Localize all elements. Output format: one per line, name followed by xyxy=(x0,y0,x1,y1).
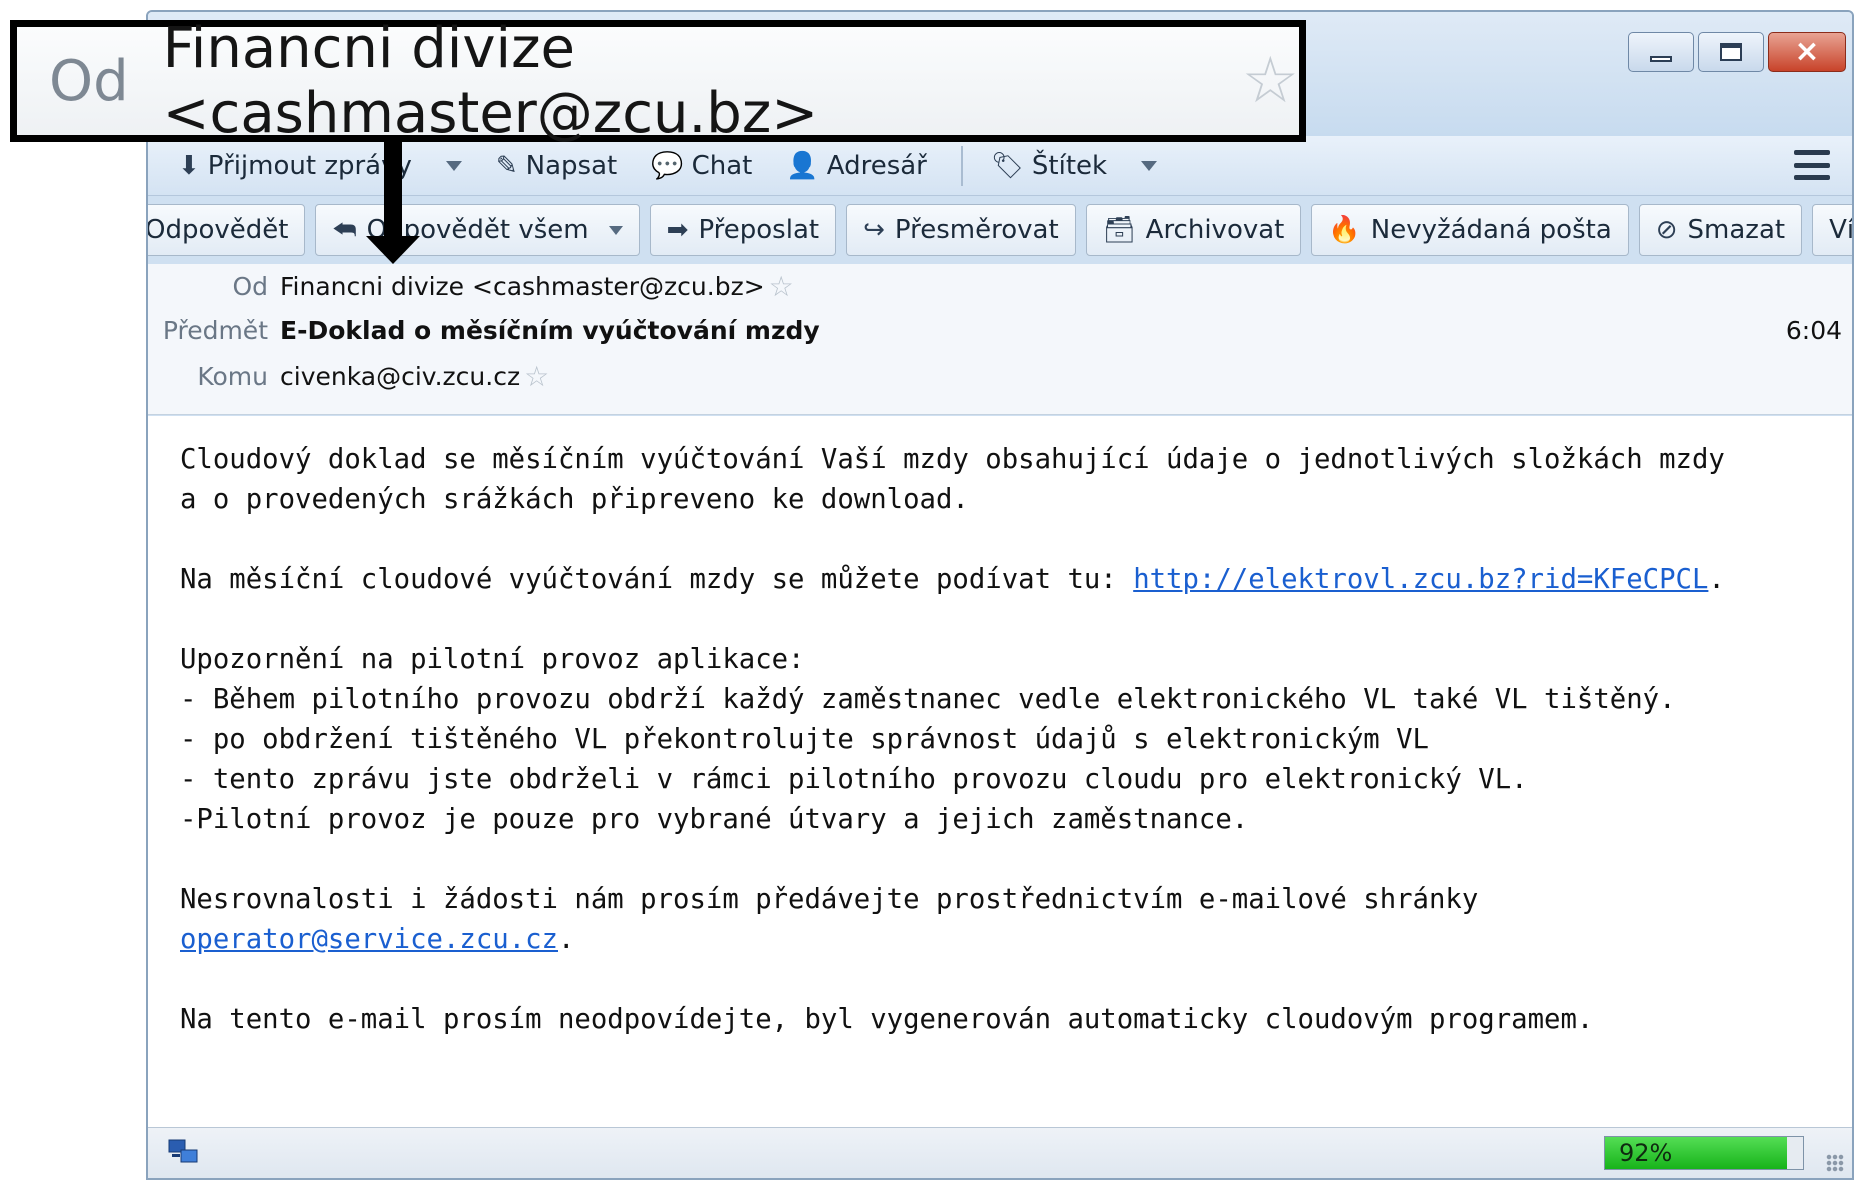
from-row: Od Financni divize <cashmaster@zcu.bz> ☆ xyxy=(148,266,1852,306)
body-text: - tento zprávu jste obdrželi v rámci pil… xyxy=(180,764,1528,795)
message-header: Od Financni divize <cashmaster@zcu.bz> ☆… xyxy=(148,264,1852,415)
archive-box-icon: 🗃 xyxy=(1102,215,1136,245)
person-icon: 👤 xyxy=(786,150,819,181)
receive-messages-button[interactable]: ⬇ Přijmout zprávy xyxy=(178,151,412,181)
archive-label: Archivovat xyxy=(1145,215,1285,245)
forward-arrow-icon: ➡ xyxy=(666,215,689,245)
reply-all-dropdown-icon[interactable] xyxy=(608,225,623,235)
delete-button[interactable]: ⊘ Smazat xyxy=(1638,204,1803,256)
address-book-button[interactable]: 👤 Adresář xyxy=(786,151,927,181)
subject-value: E-Doklad o měsíčním vyúčtování mzdy xyxy=(280,315,820,345)
callout-arrow-head xyxy=(366,236,420,264)
window-controls: × xyxy=(1628,32,1846,72)
close-icon: × xyxy=(1794,34,1820,69)
junk-button[interactable]: 🔥 Nevyžádaná pošta xyxy=(1311,204,1629,256)
maximize-icon xyxy=(1720,43,1742,61)
callout-star-icon: ☆ xyxy=(1241,44,1299,118)
status-bar: 92% xyxy=(148,1127,1852,1178)
redirect-button[interactable]: ↪ Přesměrovat xyxy=(846,204,1076,256)
body-text: . xyxy=(558,924,575,955)
resize-grip-icon[interactable] xyxy=(1826,1154,1844,1172)
body-text: - Během pilotního provozu obdrží každý z… xyxy=(180,684,1676,715)
delete-label: Smazat xyxy=(1687,215,1786,245)
chat-button[interactable]: 💬 Chat xyxy=(651,151,752,181)
tag-icon: 🏷 xyxy=(990,150,1024,181)
callout-from-label: Od xyxy=(49,48,129,114)
maximize-button[interactable] xyxy=(1698,32,1764,72)
redirect-icon: ↪ xyxy=(863,215,885,245)
flame-icon: 🔥 xyxy=(1328,215,1361,245)
reply-label: Odpovědět xyxy=(146,215,289,245)
message-time: 6:04 xyxy=(1785,315,1842,345)
reply-button[interactable]: Odpovědět xyxy=(146,204,306,256)
reply-all-icon: ⮪ xyxy=(332,214,357,245)
prohibited-icon: ⊘ xyxy=(1655,215,1678,245)
body-text: a o provedených srážkách připreveno ke d… xyxy=(180,484,969,515)
body-text: Upozornění na pilotní provoz aplikace: xyxy=(180,644,805,675)
receive-label: Přijmout zprávy xyxy=(207,150,412,181)
pencil-icon: ✎ xyxy=(495,150,518,181)
minimize-icon xyxy=(1650,56,1672,62)
mail-window: × ⬇ Přijmout zprávy ✎ Napsat 💬 Chat 👤 Adresá… xyxy=(146,10,1854,1180)
subject-row: Předmět E-Doklad o měsíčním vyúčtování m… xyxy=(148,310,1852,350)
progress-bar: 92% xyxy=(1604,1136,1804,1170)
email-link[interactable]: operator@service.zcu.cz xyxy=(180,924,558,955)
forward-button[interactable]: ➡ Přeposlat xyxy=(649,204,837,256)
minimize-button[interactable] xyxy=(1628,32,1694,72)
body-text: Cloudový doklad se měsíčním vyúčtování V… xyxy=(180,444,1725,475)
download-icon: ⬇ xyxy=(178,150,200,181)
to-value[interactable]: civenka@civ.zcu.cz xyxy=(280,362,520,391)
archive-button[interactable]: 🗃 Archivovat xyxy=(1085,204,1302,256)
subject-label: Předmět xyxy=(162,315,268,345)
message-body: Cloudový doklad se měsíčním vyúčtování V… xyxy=(148,416,1852,1132)
hamburger-menu-icon[interactable] xyxy=(1794,150,1830,180)
progress-text: 92% xyxy=(1619,1139,1673,1167)
tag-dropdown-icon[interactable] xyxy=(1141,160,1158,171)
callout-arrow xyxy=(384,142,402,238)
receive-dropdown-icon[interactable] xyxy=(445,160,462,171)
network-activity-icon[interactable] xyxy=(168,1138,200,1166)
to-row: Komu civenka@civ.zcu.cz ☆ xyxy=(148,356,1852,396)
body-text: Nesrovnalosti i žádosti nám prosím předá… xyxy=(180,884,1479,915)
tag-button[interactable]: 🏷 Štítek xyxy=(991,151,1107,181)
body-text: Na tento e-mail prosím neodpovídejte, by… xyxy=(180,1004,1594,1035)
to-label: Komu xyxy=(197,361,268,391)
write-label: Napsat xyxy=(525,150,618,181)
more-label: Více xyxy=(1829,215,1854,245)
star-icon[interactable]: ☆ xyxy=(524,360,549,393)
reply-all-button[interactable]: ⮪ Odpovědět všem xyxy=(315,204,640,256)
body-text: . xyxy=(1708,564,1725,595)
from-label: Od xyxy=(232,271,268,301)
tag-label: Štítek xyxy=(1031,150,1108,181)
address-book-label: Adresář xyxy=(826,150,927,181)
junk-label: Nevyžádaná pošta xyxy=(1370,215,1612,245)
more-button[interactable]: Více xyxy=(1812,204,1854,256)
chat-bubble-icon: 💬 xyxy=(651,150,684,181)
body-text: Na měsíční cloudové vyúčtování mzdy se m… xyxy=(180,564,1134,595)
callout-from-value: Financni divize <cashmaster@zcu.bz> xyxy=(162,16,819,146)
zoom-callout: Od Financni divize <cashmaster@zcu.bz> ☆ xyxy=(10,16,1306,146)
body-text: - po obdržení tištěného VL překontrolujt… xyxy=(180,724,1429,755)
write-button[interactable]: ✎ Napsat xyxy=(496,151,617,181)
close-button[interactable]: × xyxy=(1768,32,1846,72)
forward-label: Přeposlat xyxy=(698,215,820,245)
from-value[interactable]: Financni divize <cashmaster@zcu.bz> xyxy=(280,272,765,301)
star-icon[interactable]: ☆ xyxy=(769,270,794,303)
chat-label: Chat xyxy=(691,150,753,181)
body-text: -Pilotní provoz je pouze pro vybrané útv… xyxy=(180,804,1249,835)
toolbar-separator xyxy=(960,145,963,186)
redirect-label: Přesměrovat xyxy=(894,215,1059,245)
phishing-link[interactable]: http://elektrovl.zcu.bz?rid=KFeCPCL xyxy=(1133,564,1708,595)
